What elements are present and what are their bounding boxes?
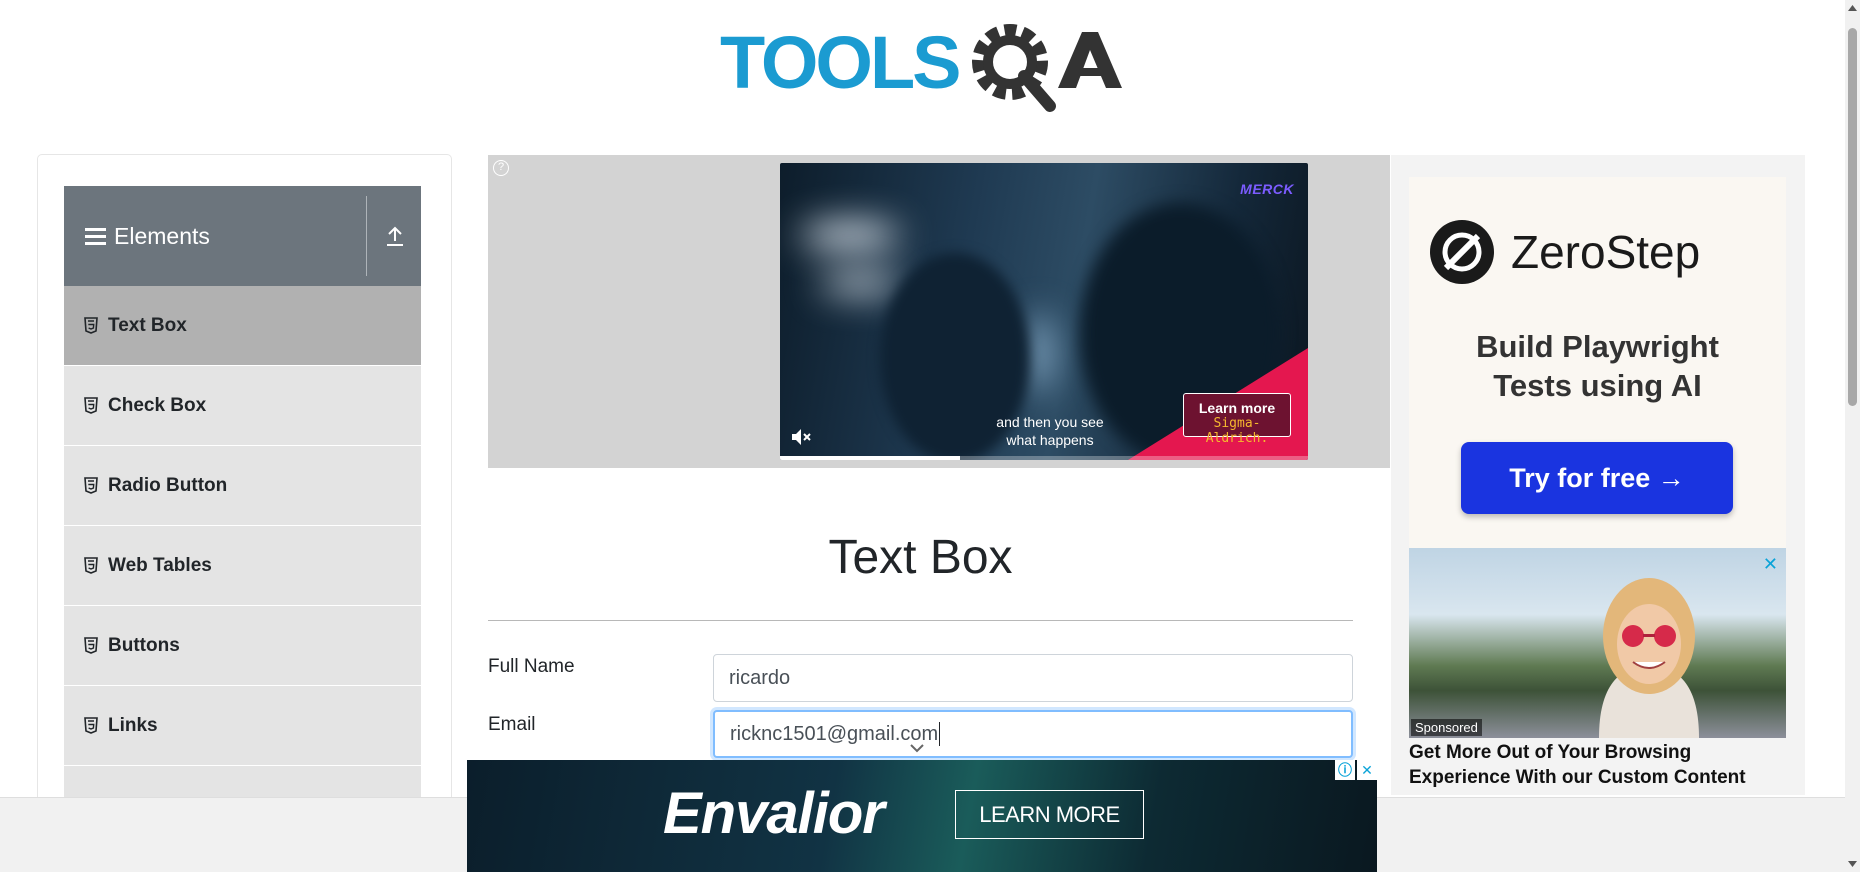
top-video-ad[interactable]: ? MERCK and then you see what happens Le… <box>488 155 1390 468</box>
sponsored-image-ad[interactable]: ✕ Sponsored <box>1409 548 1786 738</box>
ad-choices-icon[interactable]: ⓘ <box>1335 760 1355 780</box>
ad-learn-more-button[interactable]: Learn more Sigma-Aldrich. <box>1183 393 1291 446</box>
menu-item-label: Web Tables <box>108 554 212 576</box>
menu-item-web-tables[interactable]: Web Tables <box>64 526 421 606</box>
html5-icon <box>84 637 98 654</box>
html5-icon <box>84 397 98 414</box>
full-name-label: Full Name <box>488 656 575 677</box>
menu-item-buttons[interactable]: Buttons <box>64 606 421 686</box>
collapse-up-icon <box>387 226 403 246</box>
zerostep-logo-icon <box>1430 220 1494 284</box>
right-ad-column: ZeroStep Build Playwright Tests using AI… <box>1391 155 1805 795</box>
page: TOOLS Elements Text Box Check Box Radio … <box>0 0 1860 872</box>
menu-item-label: Text Box <box>108 314 187 336</box>
text-caret <box>939 722 941 746</box>
ad-video[interactable]: MERCK and then you see what happens Lear… <box>780 163 1308 460</box>
hamburger-icon <box>85 228 106 245</box>
try-for-free-button[interactable]: Try for free → <box>1461 442 1733 514</box>
title-divider <box>488 620 1353 621</box>
headline-line-2: Tests using AI <box>1493 368 1702 403</box>
zerostep-brand: ZeroStep <box>1429 219 1700 285</box>
envalior-brand: Envalior <box>663 781 885 846</box>
html5-icon <box>84 557 98 574</box>
email-value: ricknc1501@gmail.com <box>730 722 939 745</box>
menu-item-label: Check Box <box>108 394 207 416</box>
learn-more-button[interactable]: LEARN MORE <box>955 790 1144 839</box>
sponsored-badge: Sponsored <box>1411 719 1482 736</box>
ad-cta-label: Learn more <box>1198 400 1276 416</box>
sponsored-ad-text[interactable]: Get More Out of Your Browsing Experience… <box>1409 740 1789 790</box>
elements-menu: Text Box Check Box Radio Button Web Tabl… <box>64 286 421 803</box>
ad-light <box>820 273 900 293</box>
zerostep-headline: Build Playwright Tests using AI <box>1409 327 1786 405</box>
group-title: Elements <box>84 186 210 286</box>
scroll-down-icon[interactable] <box>1848 860 1857 868</box>
svg-text:TOOLS: TOOLS <box>720 21 959 104</box>
html5-icon <box>84 717 98 734</box>
elements-group-header[interactable]: Elements <box>64 186 421 286</box>
menu-item-check-box[interactable]: Check Box <box>64 366 421 446</box>
ad-light <box>1030 313 1048 393</box>
left-panel: Elements Text Box Check Box Radio Button… <box>37 154 452 804</box>
ad-close-icon[interactable]: ✕ <box>1357 760 1377 780</box>
ad-close-icon[interactable]: ✕ <box>1763 554 1778 575</box>
menu-item-label: Radio Button <box>108 474 228 496</box>
ad-brand: MERCK <box>1240 181 1294 197</box>
page-title: Text Box <box>828 531 1013 584</box>
bottom-banner-ad[interactable]: Envalior LEARN MORE ⓘ ✕ <box>467 760 1377 872</box>
zerostep-ad[interactable]: ZeroStep Build Playwright Tests using AI… <box>1409 177 1786 551</box>
menu-item-links[interactable]: Links <box>64 686 421 766</box>
video-progress-fill <box>780 456 960 460</box>
menu-item-label: Links <box>108 714 158 736</box>
ad-light <box>800 223 900 248</box>
zerostep-brand-name: ZeroStep <box>1511 226 1701 278</box>
ad-person-image <box>1599 578 1699 738</box>
menu-item-text-box[interactable]: Text Box <box>64 286 421 366</box>
ad-controls: ⓘ ✕ <box>1335 760 1377 780</box>
mute-icon[interactable] <box>790 426 812 448</box>
collapse-group-button[interactable] <box>369 186 421 286</box>
toolsqa-logo[interactable]: TOOLS <box>720 18 1125 118</box>
scroll-up-icon[interactable] <box>1848 4 1857 12</box>
chevron-down-icon[interactable] <box>909 742 925 754</box>
full-name-input[interactable]: ricardo <box>713 654 1353 702</box>
menu-item-label: Buttons <box>108 634 180 656</box>
page-scrollbar[interactable] <box>1845 0 1860 872</box>
ad-caption: and then you see what happens <box>996 414 1104 448</box>
full-name-value: ricardo <box>729 666 791 689</box>
scrollbar-thumb[interactable] <box>1848 28 1857 406</box>
menu-item-radio-button[interactable]: Radio Button <box>64 446 421 526</box>
ad-cta-sub: Sigma-Aldrich. <box>1205 416 1269 446</box>
email-label: Email <box>488 714 536 735</box>
headline-line-1: Build Playwright <box>1476 329 1719 364</box>
email-input[interactable]: ricknc1501@gmail.com <box>713 710 1353 758</box>
header-divider <box>366 196 367 276</box>
html5-icon <box>84 477 98 494</box>
group-title-label: Elements <box>114 222 210 249</box>
video-progress-bar[interactable] <box>780 456 1308 460</box>
ad-info-icon[interactable]: ? <box>493 160 509 176</box>
html5-icon <box>84 317 98 334</box>
